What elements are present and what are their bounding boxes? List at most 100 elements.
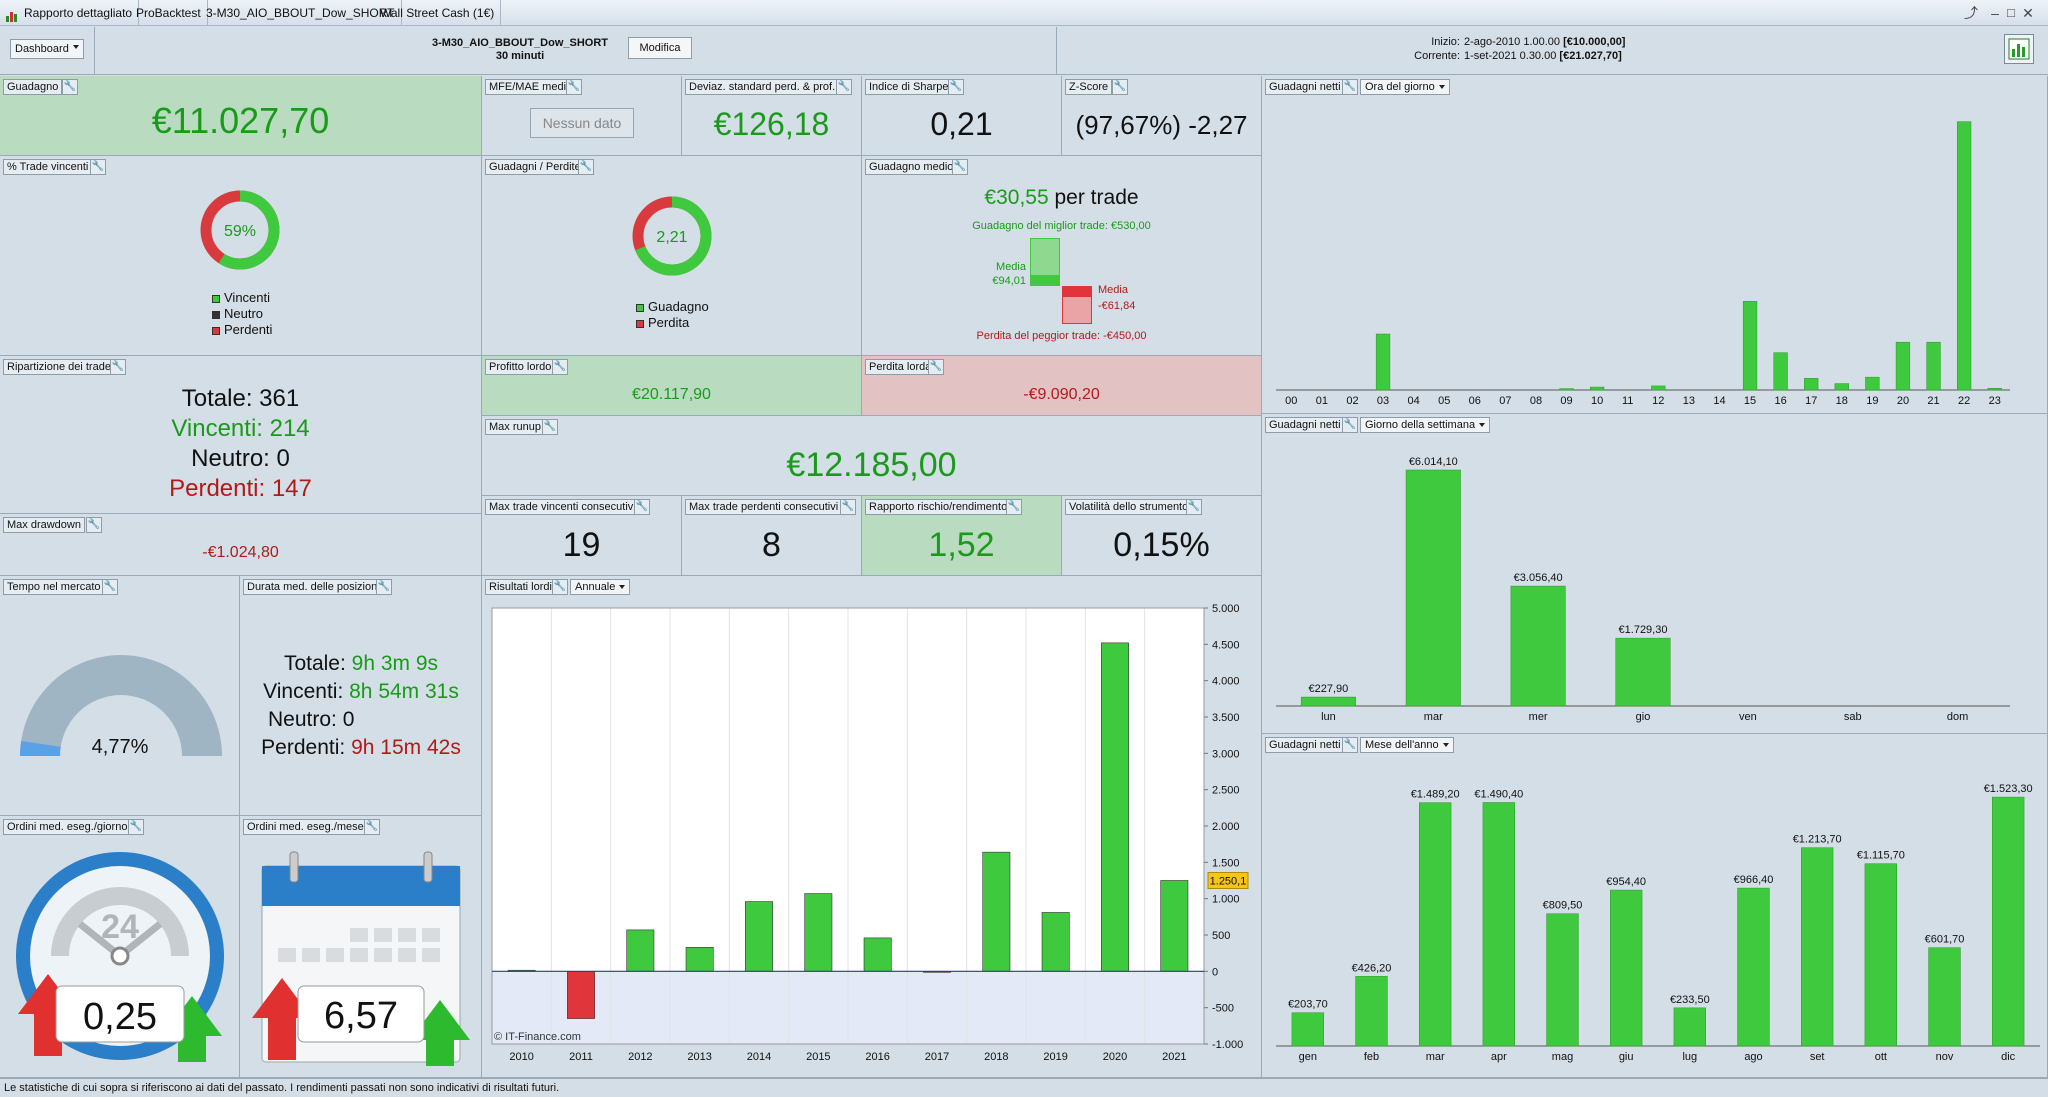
wrench-icon[interactable]: 🔧 bbox=[86, 517, 102, 533]
tab-label: Wall Street Cash (1€) bbox=[380, 6, 495, 20]
bar bbox=[1865, 376, 1880, 391]
wrench-icon[interactable]: 🔧 bbox=[836, 79, 852, 95]
weekday-bar-chart: €227,90 lun €6.014,10 mar €3.056,40 mer €1.729… bbox=[1276, 456, 2010, 723]
wrench-icon[interactable]: 🔧 bbox=[110, 359, 126, 375]
monthly-bar-chart: €203,70 gen €426,20 feb €1.489,20 mar €1.490,4… bbox=[1276, 783, 2040, 1063]
bar-value-label: €3.056,40 bbox=[1514, 572, 1563, 584]
wrench-icon[interactable]: 🔧 bbox=[566, 79, 582, 95]
wrench-icon[interactable]: 🔧 bbox=[1342, 737, 1358, 753]
x-tick-label: mag bbox=[1552, 1051, 1573, 1063]
media-loss-value: -€61,84 bbox=[1098, 300, 1136, 312]
wrench-icon[interactable]: 🔧 bbox=[552, 579, 568, 595]
x-tick-label: 2013 bbox=[687, 1051, 711, 1063]
minimize-icon[interactable]: – bbox=[1988, 4, 2002, 22]
bar bbox=[1673, 1007, 1706, 1047]
wrench-icon[interactable]: 🔧 bbox=[578, 159, 594, 175]
panel-title: Guadagni netti bbox=[1265, 79, 1345, 95]
share-icon[interactable]: ⤴ bbox=[1962, 4, 1980, 22]
dashboard-dropdown[interactable]: Dashboard bbox=[10, 39, 84, 59]
bar-value-label: €1.523,30 bbox=[1984, 783, 2033, 795]
tab-detailed-report[interactable]: Rapporto dettagliato bbox=[0, 0, 140, 26]
bar-value-label: €1.729,30 bbox=[1619, 624, 1668, 636]
panel-title: Guadagni / Perdite bbox=[485, 159, 585, 175]
legend-label: Perdita bbox=[648, 315, 690, 330]
start-label: Inizio: bbox=[1431, 36, 1460, 48]
report-icon[interactable] bbox=[2004, 34, 2034, 64]
wrench-icon[interactable]: 🔧 bbox=[128, 819, 144, 835]
wrench-icon[interactable]: 🔧 bbox=[1112, 79, 1128, 95]
legend-swatch bbox=[212, 326, 220, 335]
duration-label: Perdenti: bbox=[261, 736, 346, 759]
maximize-icon[interactable]: □ bbox=[2004, 4, 2018, 22]
y-tick-label: 3.500 bbox=[1212, 712, 1240, 724]
x-tick-label: 08 bbox=[1530, 395, 1542, 407]
wrench-icon[interactable]: 🔧 bbox=[1342, 417, 1358, 433]
wrench-icon[interactable]: 🔧 bbox=[1186, 499, 1202, 515]
tab-probacktest[interactable]: ProBacktest bbox=[130, 0, 208, 26]
volatility-panel: Volatilità dello strumento 🔧 0,15% bbox=[1062, 496, 1262, 576]
tab-strategy[interactable]: 3-M30_AIO_BBOUT_Dow_SHORT bbox=[200, 0, 402, 26]
duration-value: 9h 15m 42s bbox=[351, 736, 461, 759]
panel-title: Z-Score bbox=[1065, 79, 1113, 95]
avg-loss-bar bbox=[1062, 286, 1092, 296]
wrench-icon[interactable]: 🔧 bbox=[62, 79, 78, 95]
wrench-icon[interactable]: 🔧 bbox=[948, 79, 964, 95]
orders-month-value: 6,57 bbox=[324, 995, 398, 1037]
wrench-icon[interactable]: 🔧 bbox=[376, 579, 392, 595]
panel-title: Guadagno medio bbox=[865, 159, 958, 175]
weekday-selector[interactable]: Giorno della settimana bbox=[1360, 417, 1491, 433]
selector-label: Ora del giorno bbox=[1365, 81, 1435, 93]
bar-value-label: €966,40 bbox=[1734, 874, 1774, 886]
bar bbox=[1801, 847, 1834, 1047]
x-tick-label: mar bbox=[1424, 711, 1443, 723]
wrench-icon[interactable]: 🔧 bbox=[1006, 499, 1022, 515]
wrench-icon[interactable]: 🔧 bbox=[552, 359, 568, 375]
consec-loss-value: 8 bbox=[762, 526, 781, 564]
x-tick-label: 15 bbox=[1744, 395, 1756, 407]
x-tick-label: ago bbox=[1744, 1051, 1762, 1063]
x-tick-label: 07 bbox=[1499, 395, 1511, 407]
watermark: © IT-Finance.com bbox=[494, 1031, 581, 1043]
panel-title: Perdita lorda bbox=[865, 359, 936, 375]
wrench-icon[interactable]: 🔧 bbox=[364, 819, 380, 835]
bar bbox=[567, 971, 595, 1019]
legend-label: Neutro bbox=[224, 306, 264, 321]
tab-instrument[interactable]: Wall Street Cash (1€) bbox=[374, 0, 502, 26]
orders-day-panel: Ordini med. eseg./giorno 🔧 24 0,25 bbox=[0, 816, 240, 1078]
monthly-selector[interactable]: Mese dell'anno bbox=[1360, 737, 1454, 753]
close-icon[interactable]: ✕ bbox=[2020, 4, 2036, 22]
bar bbox=[685, 947, 714, 972]
breakdown-panel: Ripartizione dei trade 🔧 Totale: 361 Vin… bbox=[0, 356, 482, 514]
tab-label: ProBacktest bbox=[136, 6, 201, 20]
yearly-selector[interactable]: Annuale bbox=[570, 579, 631, 595]
hourly-selector[interactable]: Ora del giorno bbox=[1360, 79, 1450, 95]
x-tick-label: apr bbox=[1491, 1051, 1507, 1063]
volatility-value: 0,15% bbox=[1113, 526, 1210, 564]
wrench-icon[interactable]: 🔧 bbox=[542, 419, 558, 435]
yearly-bar-chart: 5.000 4.500 4.000 3.500 3.000 2.500 2.000 1.500… bbox=[491, 603, 1249, 1063]
y-tick-label: -1.000 bbox=[1212, 1039, 1243, 1051]
x-tick-label: 2017 bbox=[925, 1051, 949, 1063]
x-tick-label: nov bbox=[1936, 1051, 1954, 1063]
wrench-icon[interactable]: 🔧 bbox=[952, 159, 968, 175]
toolbar: Dashboard 3-M30_AIO_BBOUT_Dow_SHORT 30 m… bbox=[0, 27, 2048, 75]
wrench-icon[interactable]: 🔧 bbox=[102, 579, 118, 595]
wrench-icon[interactable]: 🔧 bbox=[840, 499, 856, 515]
bar bbox=[1610, 889, 1643, 1047]
hourly-bar-chart: 00 01 02 03 04 05 06 07 08 09 10 11 12 13 14 15 16 17 18 19… bbox=[1276, 121, 2010, 407]
stddev-value: €126,18 bbox=[713, 106, 830, 142]
wrench-icon[interactable]: 🔧 bbox=[90, 159, 106, 175]
panel-title: Deviaz. standard perd. & prof. bbox=[685, 79, 840, 95]
bar-value-label: €1.490,40 bbox=[1474, 788, 1523, 800]
wrench-icon[interactable]: 🔧 bbox=[1342, 79, 1358, 95]
wrench-icon[interactable]: 🔧 bbox=[928, 359, 944, 375]
bar bbox=[1510, 585, 1566, 707]
bar bbox=[1864, 863, 1898, 1047]
edit-button[interactable]: Modifica bbox=[628, 37, 692, 59]
x-tick-label: 22 bbox=[1958, 395, 1970, 407]
panel-title: Guadagni netti bbox=[1265, 417, 1345, 433]
wrench-icon[interactable]: 🔧 bbox=[634, 499, 650, 515]
current-capital: [€21.027,70] bbox=[1559, 50, 1622, 62]
status-text: Le statistiche di cui sopra si riferisco… bbox=[4, 1082, 560, 1094]
gainloss-legend: Guadagno Perdita bbox=[636, 299, 709, 331]
